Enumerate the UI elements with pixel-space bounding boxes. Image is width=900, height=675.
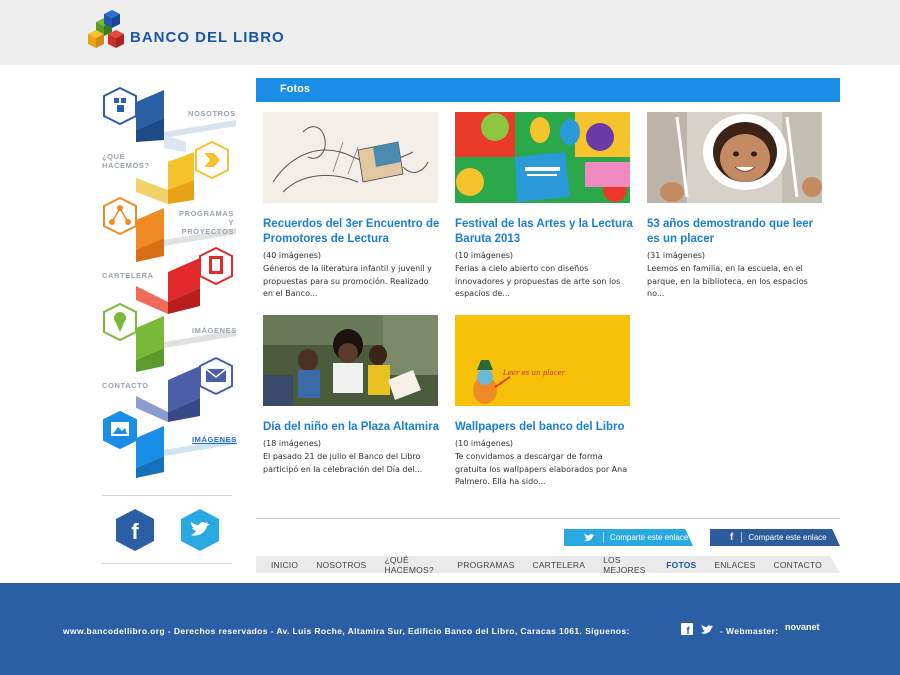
album-title[interactable]: Festival de las Artes y la Lectura Barut…: [455, 217, 633, 247]
wallpaper-caption: Leer es un placer: [502, 369, 566, 377]
facebook-f-icon: f: [730, 532, 734, 543]
nav-inicio[interactable]: INICIO: [271, 560, 298, 570]
album-description: Géneros de la literatura infantil y juve…: [263, 264, 432, 298]
album-title[interactable]: Wallpapers del banco del Libro: [455, 420, 633, 435]
album-count: (10 imágenes): [455, 439, 514, 448]
team-icon: [103, 86, 137, 126]
album-title[interactable]: Día del niño en la Plaza Altamira: [263, 420, 441, 435]
album-description: Leemos en familia, en la escuela, en el …: [647, 264, 808, 298]
album-count: (18 imágenes): [263, 439, 322, 448]
envelope-icon: [199, 356, 233, 396]
album-thumbnail[interactable]: [263, 112, 438, 203]
sidebar-item-imagenes[interactable]: IMÁGENES: [192, 326, 237, 335]
sidebar-item-contacto[interactable]: CONTACTO: [102, 381, 149, 390]
sidebar-item-imagenes-active[interactable]: IMÁGENES: [192, 435, 237, 444]
album-title[interactable]: Recuerdos del 3er Encuentro de Promotore…: [263, 217, 441, 247]
album-thumbnail[interactable]: Leer es un placer: [455, 315, 630, 406]
share-twitter-button[interactable]: Comparte este enlace: [564, 529, 693, 546]
facebook-icon[interactable]: f: [116, 509, 154, 551]
twitter-icon[interactable]: [181, 509, 219, 551]
album-description: Ferias a cielo abierto con diseños innov…: [455, 264, 621, 298]
share-twitter-label: Comparte este enlace: [610, 533, 689, 542]
sidebar-item-nosotros[interactable]: NOSOTROS: [188, 109, 236, 118]
footer-facebook-icon[interactable]: f: [681, 623, 693, 635]
nav-contacto[interactable]: CONTACTO: [773, 560, 822, 570]
nav-los-mejores[interactable]: LOS MEJORES: [603, 555, 648, 575]
album-thumbnail[interactable]: [647, 112, 822, 203]
sidebar: NOSOTROS ¿QUÉ HACEMOS? PROGRAMAS Y PROYE…: [96, 80, 237, 564]
twitter-bird-icon: [584, 533, 595, 542]
album-count: (40 imágenes): [263, 251, 322, 260]
sidebar-item-cartelera[interactable]: CARTELERA: [102, 271, 154, 280]
share-facebook-button[interactable]: f Comparte este enlace: [710, 529, 840, 546]
nav-cartelera[interactable]: CARTELERA: [532, 560, 585, 570]
photo-album-card[interactable]: Festival de las Artes y la Lectura Barut…: [455, 112, 633, 301]
nav-programas[interactable]: PROGRAMAS: [457, 560, 514, 570]
album-thumbnail[interactable]: [263, 315, 438, 406]
share-separator: [741, 532, 743, 543]
novanet-logo[interactable]: novanet: [785, 622, 820, 632]
footer-webmaster-label: - Webmaster:: [720, 626, 779, 636]
sidebar-divider: [102, 495, 232, 496]
share-facebook-label: Comparte este enlace: [748, 533, 827, 542]
photo-album-card[interactable]: Leer es un placer Wallpapers del banco d…: [455, 315, 633, 489]
album-description: El pasado 21 de julio el Banco del Libro…: [263, 452, 423, 474]
album-count: (10 imágenes): [455, 251, 514, 260]
board-icon: [199, 246, 233, 286]
svg-text:f: f: [131, 519, 139, 544]
award-icon: [103, 302, 137, 342]
nav-enlaces[interactable]: ENLACES: [714, 560, 755, 570]
section-title: Fotos: [280, 83, 310, 95]
section-header: Fotos: [256, 78, 840, 102]
image-icon: [103, 410, 137, 450]
nav-nosotros[interactable]: NOSOTROS: [316, 560, 366, 570]
chevron-right-icon: [195, 140, 229, 180]
photo-album-card[interactable]: Recuerdos del 3er Encuentro de Promotore…: [263, 112, 441, 301]
album-count: (31 imágenes): [647, 251, 706, 260]
album-description: Te convidamos a descargar de forma gratu…: [455, 452, 628, 486]
content-divider: [256, 518, 840, 519]
sidebar-item-que-hacemos[interactable]: ¿QUÉ HACEMOS?: [102, 152, 162, 170]
sidebar-divider: [102, 563, 232, 564]
network-icon: [103, 196, 137, 236]
sidebar-item-programas[interactable]: PROGRAMAS Y PROYECTOS: [174, 209, 234, 236]
album-title[interactable]: 53 años demostrando que leer es un place…: [647, 217, 825, 247]
footer-text: www.bancodellibro.org - Derechos reserva…: [63, 626, 630, 636]
nav-que-hacemos[interactable]: ¿QUÉ HACEMOS?: [384, 555, 439, 575]
footer-twitter-icon[interactable]: [701, 624, 714, 635]
nav-fotos[interactable]: FOTOS: [666, 560, 696, 570]
bottom-nav: INICIO NOSOTROS ¿QUÉ HACEMOS? PROGRAMAS …: [256, 555, 840, 575]
photo-album-card[interactable]: Día del niño en la Plaza Altamira (18 im…: [263, 315, 441, 476]
photo-album-card[interactable]: 53 años demostrando que leer es un place…: [647, 112, 825, 301]
brand-name[interactable]: BANCO DEL LIBRO: [130, 29, 285, 46]
share-separator: [603, 532, 604, 543]
album-thumbnail[interactable]: [455, 112, 630, 203]
